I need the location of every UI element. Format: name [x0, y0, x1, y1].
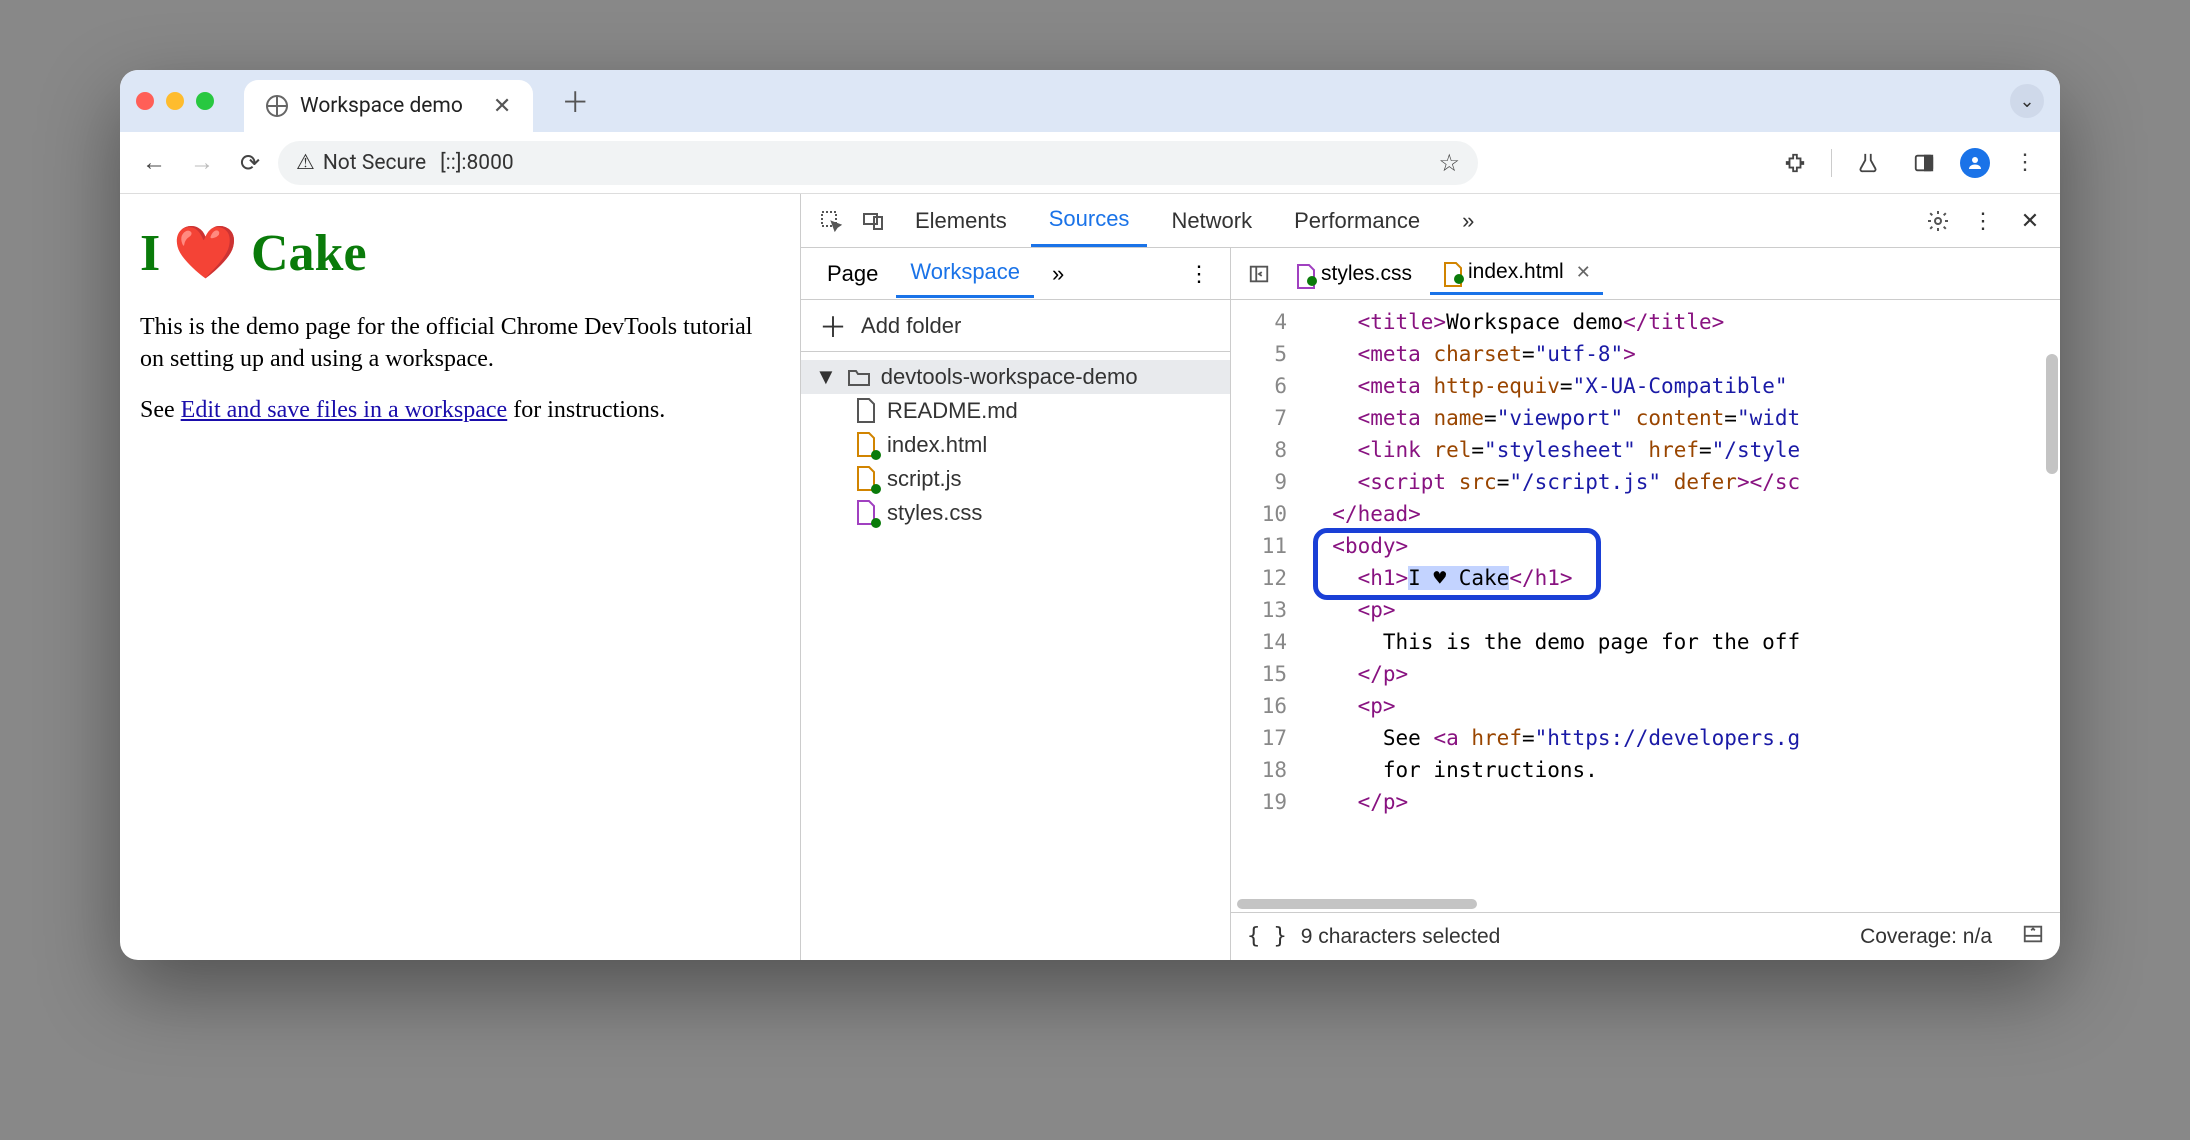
browser-tab[interactable]: Workspace demo ✕	[244, 80, 533, 132]
nav-tab-page[interactable]: Page	[813, 251, 892, 297]
folder-icon	[847, 367, 871, 387]
titlebar: Workspace demo ✕ ＋ ⌄	[120, 70, 2060, 132]
labs-icon[interactable]	[1848, 143, 1888, 183]
inspect-element-icon[interactable]	[813, 203, 849, 239]
plus-icon: ＋	[819, 306, 847, 346]
back-button[interactable]: ←	[134, 143, 174, 183]
browser-menu-button[interactable]: ⋮	[2006, 143, 2046, 183]
tab-close-icon[interactable]: ✕	[493, 94, 511, 119]
pretty-print-icon[interactable]: { }	[1247, 924, 1287, 949]
devtools-tabbar: Elements Sources Network Performance » ⋮…	[801, 194, 2060, 248]
js-file-icon	[855, 466, 877, 492]
editor-tab-styles[interactable]: styles.css	[1283, 254, 1424, 294]
editor-tab-index[interactable]: index.html ✕	[1430, 252, 1603, 295]
browser-window: Workspace demo ✕ ＋ ⌄ ← → ⟳ ⚠ Not Secure …	[120, 70, 2060, 960]
security-indicator[interactable]: ⚠ Not Secure	[296, 150, 426, 175]
horizontal-scrollbar[interactable]	[1231, 896, 2060, 912]
show-drawer-icon[interactable]	[2022, 923, 2044, 951]
address-bar[interactable]: ⚠ Not Secure [::]:8000 ☆	[278, 141, 1478, 185]
security-label: Not Secure	[323, 151, 426, 175]
editor-tabs: styles.css index.html ✕	[1231, 248, 2060, 300]
devtools-menu-button[interactable]: ⋮	[1966, 203, 2002, 239]
tree-file-readme[interactable]: README.md	[801, 394, 1230, 428]
editor-statusbar: { } 9 characters selected Coverage: n/a	[1231, 912, 2060, 960]
separator	[1831, 149, 1832, 177]
navigator-panel: Page Workspace » ⋮ ＋ Add folder ▼ devtoo	[801, 248, 1231, 960]
toggle-navigator-icon[interactable]	[1241, 256, 1277, 292]
html-file-icon	[855, 432, 877, 458]
nav-tab-workspace[interactable]: Workspace	[896, 249, 1034, 298]
tab-network[interactable]: Network	[1153, 196, 1270, 246]
navigator-tabs: Page Workspace » ⋮	[801, 248, 1230, 300]
page-heading: I ❤️ Cake	[140, 222, 780, 283]
forward-button[interactable]: →	[182, 143, 222, 183]
extensions-icon[interactable]	[1775, 143, 1815, 183]
devtools-panel: Elements Sources Network Performance » ⋮…	[800, 194, 2060, 960]
globe-icon	[266, 95, 288, 117]
tab-sources[interactable]: Sources	[1031, 194, 1148, 247]
tree-file-index[interactable]: index.html	[801, 428, 1230, 462]
reload-button[interactable]: ⟳	[230, 143, 270, 183]
navigator-menu-button[interactable]: ⋮	[1182, 256, 1218, 292]
toolbar-right: ⋮	[1775, 143, 2046, 183]
file-tree: ▼ devtools-workspace-demo README.md inde…	[801, 352, 1230, 538]
annotation-highlight	[1313, 528, 1601, 600]
webpage: I ❤️ Cake This is the demo page for the …	[120, 194, 800, 960]
content-area: I ❤️ Cake This is the demo page for the …	[120, 194, 2060, 960]
file-icon	[855, 398, 877, 424]
page-paragraph-1: This is the demo page for the official C…	[140, 311, 780, 376]
settings-gear-icon[interactable]	[1920, 203, 1956, 239]
editor-panel: styles.css index.html ✕ 4 5 6 7 8 9 10 1…	[1231, 248, 2060, 960]
nav-tabs-overflow[interactable]: »	[1038, 251, 1078, 297]
tab-title: Workspace demo	[300, 94, 463, 118]
close-window-button[interactable]	[136, 92, 154, 110]
devtools-body: Page Workspace » ⋮ ＋ Add folder ▼ devtoo	[801, 248, 2060, 960]
editor-tab-close-icon[interactable]: ✕	[1576, 262, 1591, 283]
window-controls	[136, 92, 214, 110]
tab-performance[interactable]: Performance	[1276, 196, 1438, 246]
coverage-status: Coverage: n/a	[1860, 925, 1992, 949]
tabs-overflow-button[interactable]: ⌄	[2010, 84, 2044, 118]
add-folder-button[interactable]: ＋ Add folder	[801, 300, 1230, 352]
new-tab-button[interactable]: ＋	[561, 81, 589, 121]
minimize-window-button[interactable]	[166, 92, 184, 110]
tree-folder[interactable]: ▼ devtools-workspace-demo	[801, 360, 1230, 394]
tabs-overflow[interactable]: »	[1444, 196, 1492, 246]
side-panel-icon[interactable]	[1904, 143, 1944, 183]
devtools-close-icon[interactable]: ✕	[2012, 203, 2048, 239]
tree-file-script[interactable]: script.js	[801, 462, 1230, 496]
url-text: [::]:8000	[440, 151, 514, 175]
page-paragraph-2: See Edit and save files in a workspace f…	[140, 394, 780, 426]
tree-file-styles[interactable]: styles.css	[801, 496, 1230, 530]
code-editor[interactable]: 4 5 6 7 8 9 10 11 12 13 14 15 16 17 18 1…	[1231, 300, 2060, 896]
profile-avatar[interactable]	[1960, 148, 1990, 178]
vertical-scrollbar[interactable]	[2046, 354, 2058, 474]
tutorial-link[interactable]: Edit and save files in a workspace	[181, 397, 508, 423]
css-file-icon	[855, 500, 877, 526]
css-file-icon	[1295, 264, 1313, 284]
html-file-icon	[1442, 262, 1460, 282]
maximize-window-button[interactable]	[196, 92, 214, 110]
warning-icon: ⚠	[296, 150, 315, 175]
bookmark-star-icon[interactable]: ☆	[1438, 149, 1460, 177]
chevron-down-icon: ▼	[815, 364, 837, 390]
line-gutter: 4 5 6 7 8 9 10 11 12 13 14 15 16 17 18 1…	[1231, 300, 1301, 896]
selection-status: 9 characters selected	[1301, 925, 1501, 949]
device-toolbar-icon[interactable]	[855, 203, 891, 239]
browser-toolbar: ← → ⟳ ⚠ Not Secure [::]:8000 ☆	[120, 132, 2060, 194]
tab-elements[interactable]: Elements	[897, 196, 1025, 246]
